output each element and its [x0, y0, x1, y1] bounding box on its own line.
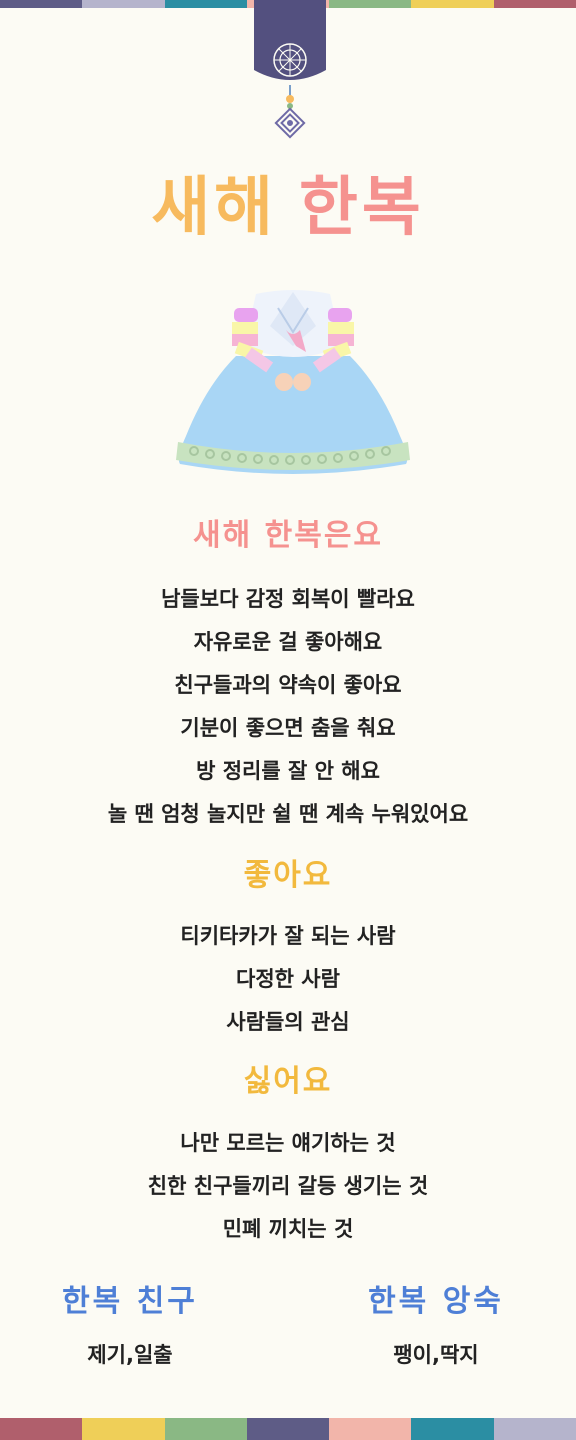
- section-dislike-title: 싫어요: [243, 1064, 333, 1099]
- page-title: 새해 한복: [0, 168, 576, 248]
- list-item: 자유로운 걸 좋아해요: [193, 630, 383, 654]
- section-intro-title: 새해 한복은요: [192, 518, 384, 553]
- bottom-stripe: [0, 1418, 576, 1440]
- list-item: 친한 친구들끼리 갈등 생기는 것: [147, 1174, 429, 1198]
- list-item: 사람들의 관심: [226, 1010, 350, 1034]
- list-item: 티키타카가 잘 되는 사람: [180, 924, 396, 948]
- list-item: 방 정리를 잘 안 해요: [196, 759, 380, 783]
- list-item: 민폐 끼치는 것: [222, 1217, 354, 1241]
- hanbok-friend-title: 한복 친구: [62, 1284, 198, 1319]
- section-like-title: 좋아요: [243, 858, 333, 893]
- list-item: 남들보다 감정 회복이 빨라요: [161, 587, 415, 611]
- hanbok-rival-value: 팽이,딱지: [393, 1343, 479, 1367]
- title-first-word: 새해: [151, 171, 277, 245]
- list-item: 다정한 사람: [236, 967, 340, 991]
- section-intro-lines: 남들보다 감정 회복이 빨라요 자유로운 걸 좋아해요 친구들과의 약속이 좋아…: [0, 578, 576, 836]
- section-dislike-lines: 나만 모르는 얘기하는 것 친한 친구들끼리 갈등 생기는 것 민폐 끼치는 것: [0, 1122, 576, 1251]
- list-item: 친구들과의 약속이 좋아요: [174, 673, 402, 697]
- list-item: 기분이 좋으면 춤을 춰요: [180, 716, 396, 740]
- hanbok-illustration: [176, 290, 410, 474]
- hanbok-rival-title: 한복 앙숙: [368, 1284, 504, 1319]
- list-item: 나만 모르는 얘기하는 것: [180, 1131, 396, 1155]
- title-second-word: 한복: [299, 171, 425, 245]
- section-like-lines: 티키타카가 잘 되는 사람 다정한 사람 사람들의 관심: [0, 915, 576, 1044]
- banner-knot-icon: [254, 0, 326, 139]
- hanbok-friend-value: 제기,일출: [87, 1343, 173, 1367]
- list-item: 놀 땐 엄청 놀지만 쉴 땐 계속 누워있어요: [107, 802, 469, 826]
